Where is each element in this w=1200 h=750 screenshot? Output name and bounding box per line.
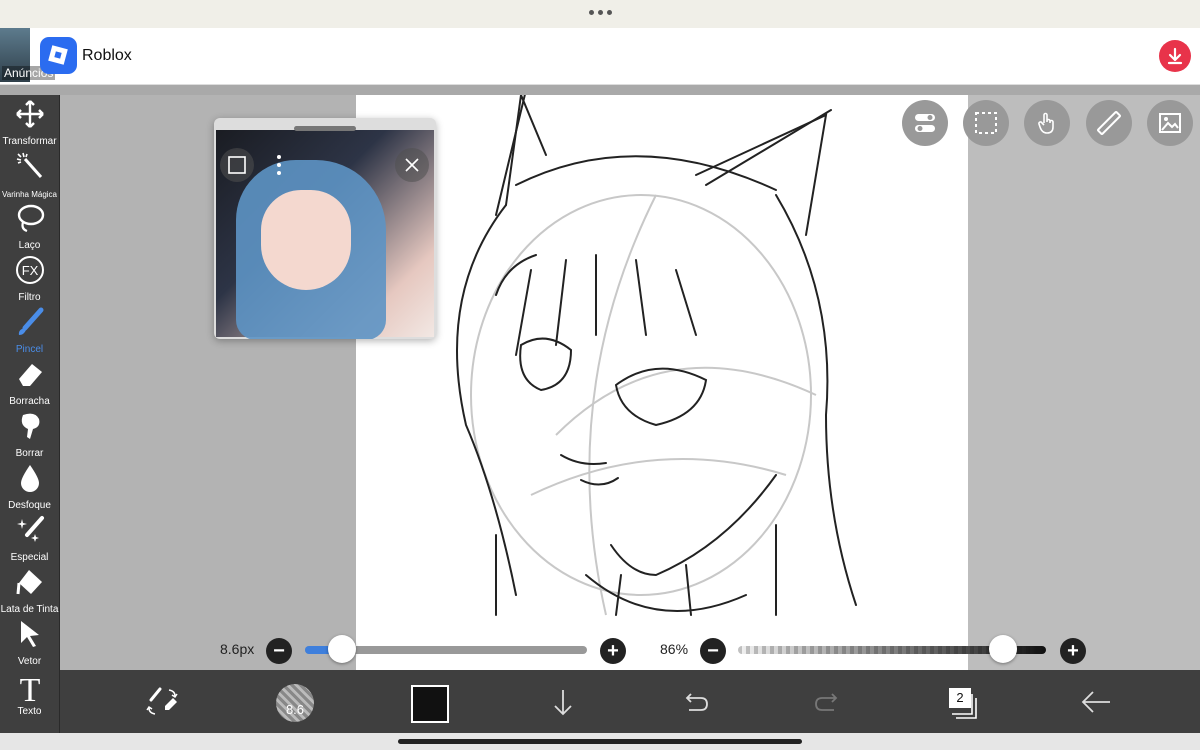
move-arrows-icon — [15, 100, 44, 128]
brush-opacity-knob[interactable] — [988, 635, 1017, 663]
brush-preview-button[interactable]: 8.6 — [276, 684, 314, 722]
top-strip — [0, 0, 1200, 28]
fx-icon: FX — [15, 256, 44, 284]
close-icon — [405, 158, 419, 172]
tool-label: Varinha Mágica — [2, 190, 57, 199]
brush-sliders: 8.6px − + 86% − + — [0, 630, 1200, 670]
ad-banner[interactable]: Anúncios Roblox — [0, 28, 1200, 85]
blur-drop-icon — [20, 465, 39, 492]
tool-label: Laço — [18, 240, 41, 251]
undo-button[interactable] — [677, 684, 713, 720]
selection-button[interactable] — [963, 100, 1009, 146]
tool-magic-wand[interactable]: Varinha Mágica — [0, 149, 59, 201]
sketch-drawing — [456, 89, 857, 616]
current-color-swatch[interactable] — [411, 685, 449, 723]
home-indicator — [0, 733, 1200, 750]
tool-smudge[interactable]: Borrar — [0, 409, 59, 461]
sparkle-brush-icon — [16, 516, 44, 542]
download-layer-button[interactable] — [545, 684, 581, 720]
tool-label: Especial — [10, 552, 49, 563]
tool-transform[interactable]: Transformar — [0, 97, 59, 149]
tool-bucket[interactable]: Lata de Tinta — [0, 565, 59, 617]
reference-more-button[interactable] — [264, 148, 294, 182]
text-icon: T — [19, 672, 40, 705]
tool-text[interactable]: T Texto — [0, 669, 59, 729]
brush-size-knob[interactable] — [327, 635, 356, 663]
ad-app-name[interactable]: Roblox — [82, 47, 132, 65]
more-dots-icon[interactable] — [589, 10, 612, 15]
magic-wand-icon — [16, 152, 42, 178]
opacity-increase-button[interactable]: + — [1060, 638, 1086, 664]
ruler-icon — [1097, 111, 1121, 135]
opacity-decrease-button[interactable]: − — [700, 638, 726, 664]
toggle-switches-icon — [915, 114, 935, 132]
reference-close-button[interactable] — [395, 148, 429, 182]
hand-tool-button[interactable] — [1024, 100, 1070, 146]
download-icon — [1167, 47, 1183, 65]
vertical-dots-icon — [277, 155, 281, 175]
tool-label: Borrar — [15, 448, 44, 459]
brush-preview-size: 8.6 — [285, 702, 305, 717]
reference-drag-handle[interactable] — [294, 126, 356, 131]
lasso-icon — [17, 204, 44, 233]
tool-label: Texto — [17, 706, 42, 717]
tool-label: Lata de Tinta — [0, 604, 59, 615]
eraser-icon — [18, 364, 42, 386]
tool-brush[interactable]: Pincel — [0, 305, 59, 357]
smudge-icon — [21, 413, 39, 439]
tool-label: Pincel — [15, 344, 44, 355]
brush-icon — [18, 307, 43, 335]
hand-pointer-icon — [1038, 112, 1054, 134]
download-button[interactable] — [1159, 40, 1191, 72]
redo-icon — [815, 693, 838, 711]
tool-special[interactable]: Especial — [0, 513, 59, 565]
reference-frame-button[interactable] — [220, 148, 254, 182]
tool-blur[interactable]: Desfoque — [0, 461, 59, 513]
svg-text:T: T — [19, 672, 40, 705]
tool-filter[interactable]: FX Filtro — [0, 253, 59, 305]
svg-text:FX: FX — [21, 263, 38, 278]
tool-label: Borracha — [9, 396, 50, 407]
bottom-toolbar: 8.6 2 — [60, 670, 1200, 733]
brush-eraser-swap-button[interactable] — [144, 684, 180, 720]
tool-label: Filtro — [18, 292, 41, 303]
toggle-panel-button[interactable] — [902, 100, 948, 146]
size-decrease-button[interactable]: − — [266, 638, 292, 664]
size-increase-button[interactable]: + — [600, 638, 626, 664]
drawing-canvas[interactable] — [356, 89, 968, 703]
arrow-down-icon — [554, 690, 572, 716]
image-icon — [1159, 113, 1181, 133]
paint-bucket-icon — [16, 570, 42, 595]
tool-label: Desfoque — [8, 500, 51, 511]
ruler-button[interactable] — [1086, 100, 1132, 146]
tool-lasso[interactable]: Laço — [0, 201, 59, 253]
arrow-left-icon — [1081, 691, 1110, 713]
brush-eraser-swap-icon — [146, 687, 178, 715]
redo-button[interactable] — [810, 684, 846, 720]
reference-photo-face — [261, 190, 351, 290]
roblox-icon[interactable] — [40, 37, 77, 74]
reference-window[interactable] — [214, 118, 436, 339]
square-frame-icon — [228, 156, 246, 174]
reference-image-button[interactable] — [1147, 100, 1193, 146]
workspace-background-right — [968, 95, 1200, 703]
brush-size-value: 8.6px — [220, 641, 255, 657]
layers-stack-icon — [952, 694, 977, 719]
tool-eraser[interactable]: Borracha — [0, 357, 59, 409]
brush-opacity-value: 86% — [660, 641, 689, 657]
undo-icon — [685, 693, 708, 711]
selection-marquee-icon — [975, 112, 997, 134]
back-button[interactable] — [1078, 684, 1114, 720]
tool-label: Transformar — [2, 136, 57, 147]
